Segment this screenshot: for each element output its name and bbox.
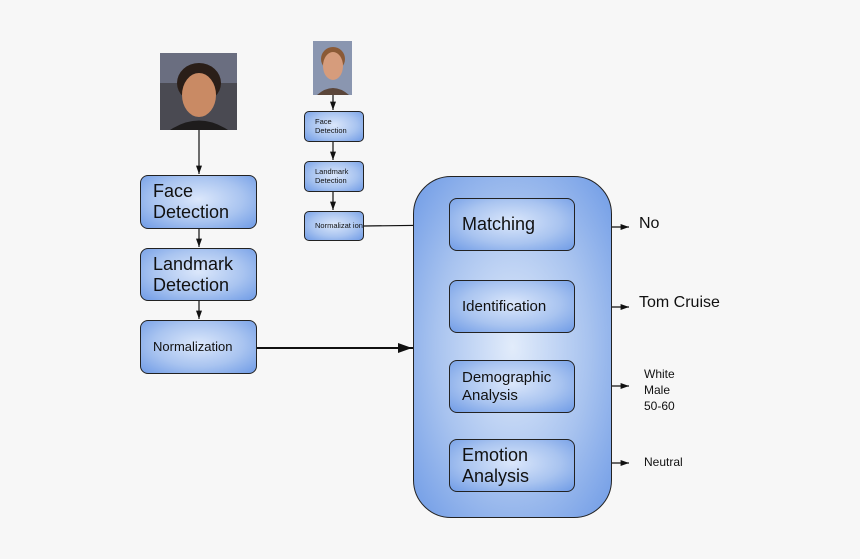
demographic-race: White (644, 367, 675, 381)
emotion-output: Neutral (644, 455, 683, 469)
identification-box: Identification (449, 280, 575, 333)
small-face-detection-box: Face Detection (304, 111, 364, 142)
diagram: Face Detection Landmark Detection Normal… (0, 0, 860, 559)
face-photo-2 (313, 41, 352, 95)
demographic-gender: Male (644, 383, 671, 397)
matching-output: No (639, 215, 660, 232)
demographic-analysis-box: Demographic Analysis (449, 360, 575, 413)
normalization-box: Normalization (140, 320, 257, 374)
face-photo-1 (160, 53, 237, 130)
face-detection-box: Face Detection (140, 175, 257, 229)
identification-output: Tom Cruise (639, 294, 720, 311)
small-normalization-box: Normalizat ion (304, 211, 364, 241)
emotion-analysis-box: Emotion Analysis (449, 439, 575, 492)
matching-box: Matching (449, 198, 575, 251)
demographic-age: 50-60 (644, 399, 675, 413)
small-landmark-detection-box: Landmark Detection (304, 161, 364, 192)
landmark-detection-box: Landmark Detection (140, 248, 257, 301)
demographic-output: White Male 50-60 (644, 366, 675, 414)
